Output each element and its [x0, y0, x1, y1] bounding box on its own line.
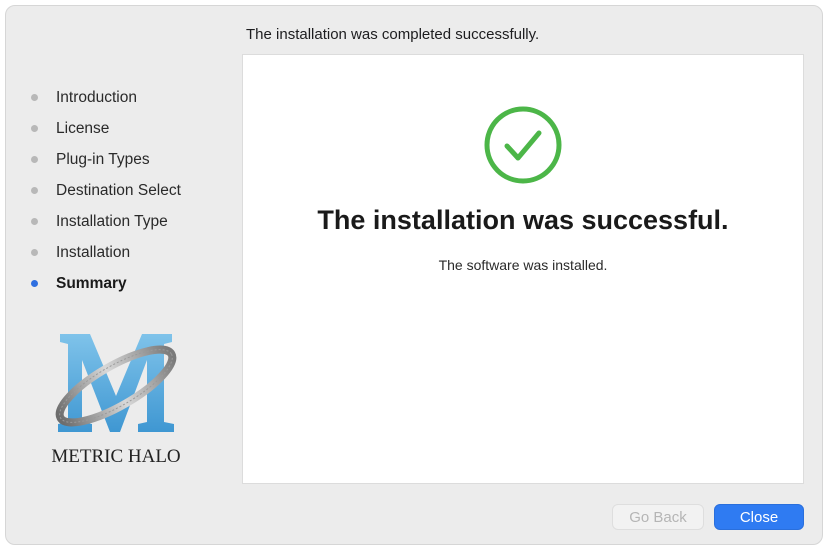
status-header: The installation was completed successfu… — [246, 26, 540, 43]
installer-window: The installation was completed successfu… — [5, 5, 823, 545]
sidebar-item-summary: Summary — [28, 268, 228, 299]
sidebar-item-label: Introduction — [56, 88, 137, 106]
step-dot-icon — [31, 125, 38, 132]
sidebar-item-introduction: Introduction — [28, 82, 228, 113]
sidebar-item-installation-type: Installation Type — [28, 206, 228, 237]
success-subtitle: The software was installed. — [438, 257, 608, 273]
checkmark-circle-icon — [481, 103, 565, 187]
go-back-button[interactable]: Go Back — [612, 504, 704, 530]
installer-steps-sidebar: Introduction License Plug-in Types Desti… — [28, 82, 228, 299]
sidebar-item-label: Installation — [56, 243, 131, 261]
step-dot-icon — [31, 218, 38, 225]
sidebar-item-label: License — [56, 119, 110, 137]
step-dot-icon — [31, 249, 38, 256]
step-dot-active-icon — [31, 280, 38, 287]
sidebar-item-plug-in-types: Plug-in Types — [28, 144, 228, 175]
step-dot-icon — [31, 187, 38, 194]
sidebar-item-label: Installation Type — [56, 212, 168, 230]
step-dot-icon — [31, 156, 38, 163]
sidebar-item-installation: Installation — [28, 237, 228, 268]
summary-panel: The installation was successful. The sof… — [242, 54, 804, 484]
sidebar-item-destination-select: Destination Select — [28, 175, 228, 206]
sidebar-item-label: Destination Select — [56, 181, 181, 199]
step-dot-icon — [31, 94, 38, 101]
sidebar-item-label: Plug-in Types — [56, 150, 150, 168]
close-button[interactable]: Close — [714, 504, 804, 530]
sidebar-item-license: License — [28, 113, 228, 144]
metric-halo-logo: METRIC HALO — [46, 324, 186, 474]
success-title: The installation was successful. — [317, 205, 729, 235]
sidebar-item-label: Summary — [56, 274, 127, 292]
metric-halo-logo-icon: METRIC HALO — [51, 334, 181, 467]
logo-wordmark: METRIC HALO — [51, 446, 180, 467]
